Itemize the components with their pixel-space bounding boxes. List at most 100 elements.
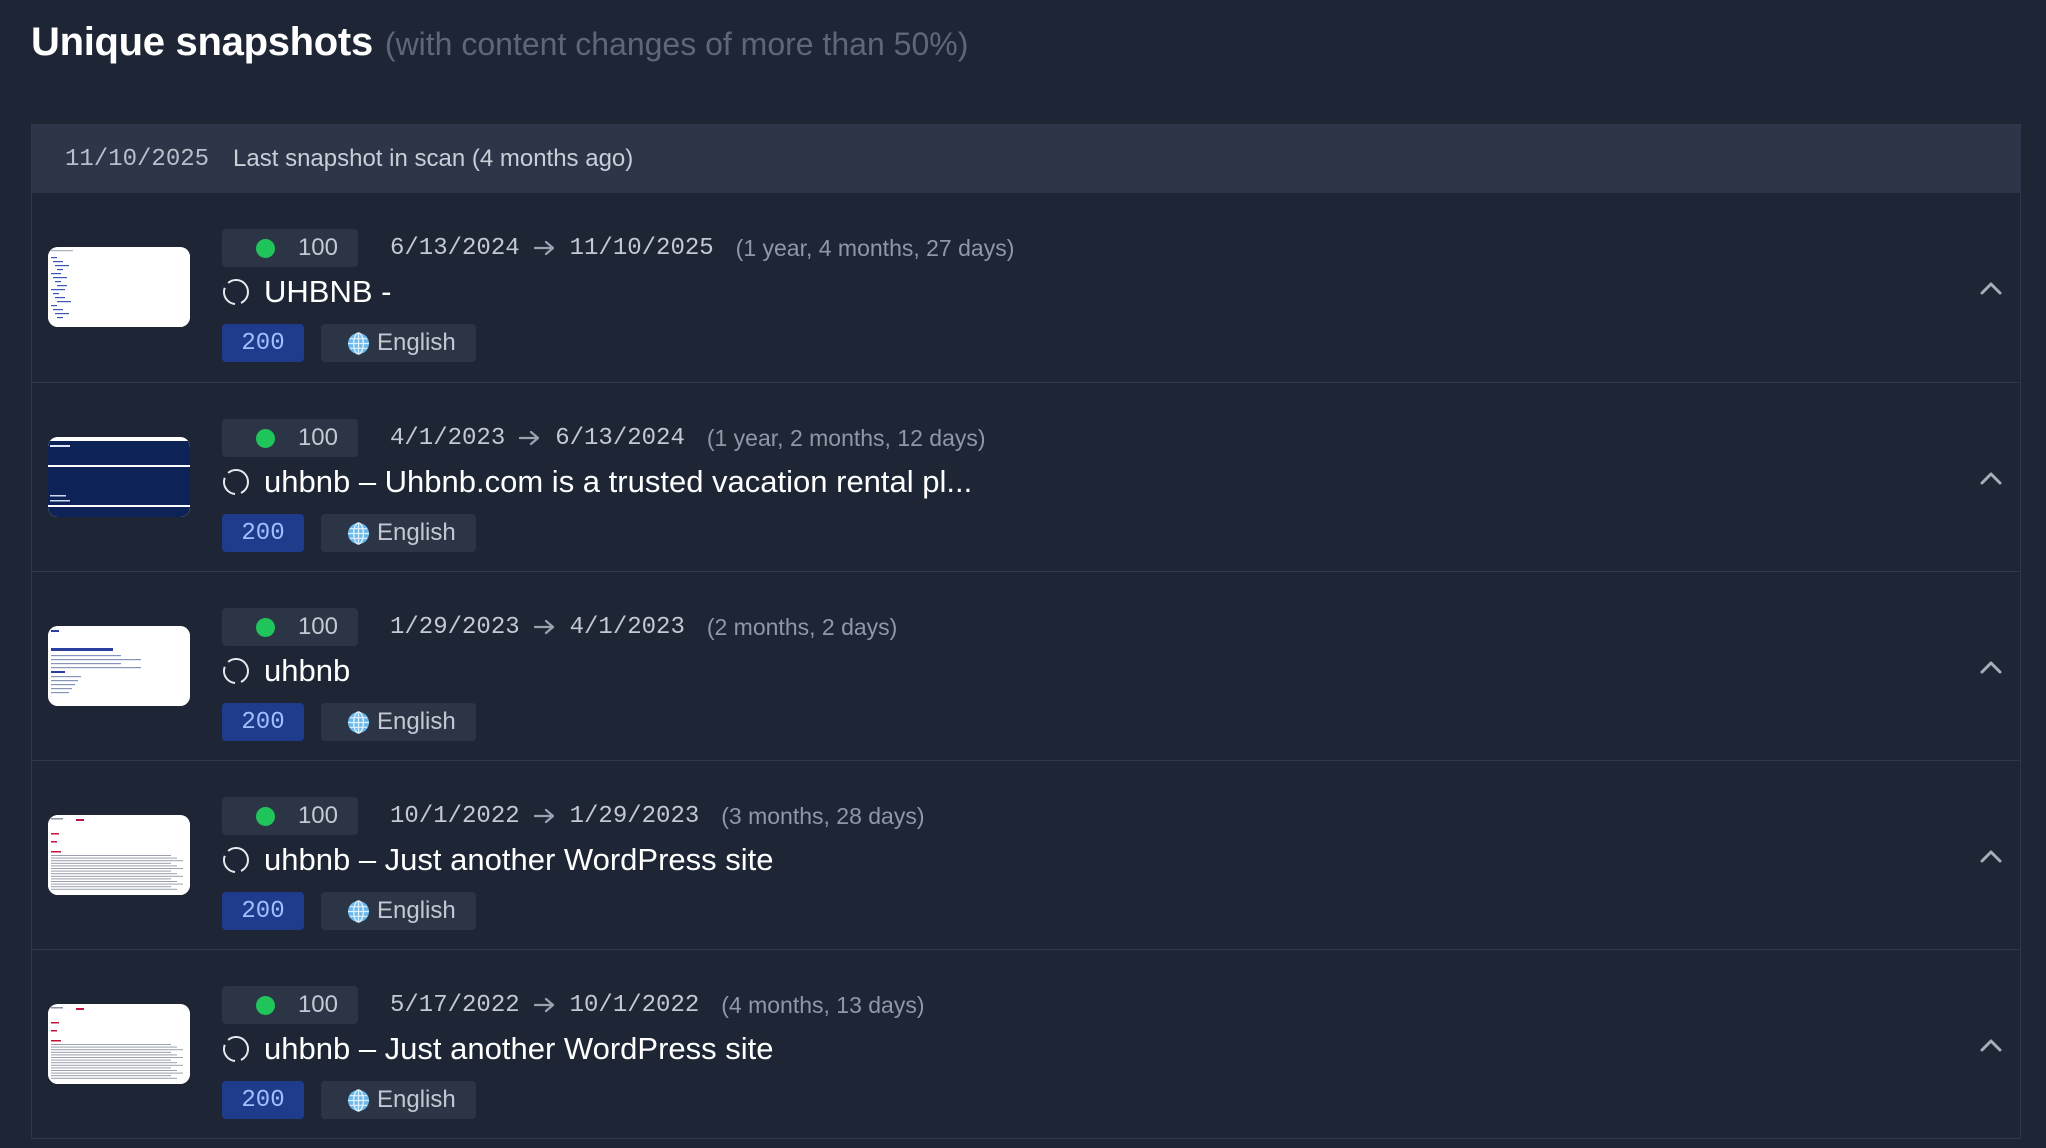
snapshot-title[interactable]: uhbnb – Just another WordPress site [264,842,774,878]
section-subtitle: (with content changes of more than 50%) [384,26,969,62]
score-dot-icon [256,618,275,637]
date-to: 1/29/2023 [569,802,700,830]
collapse-chevron-up-icon[interactable] [1976,1030,2006,1060]
score-dot-icon [256,996,275,1015]
score-dot-icon [256,239,275,258]
favicon-placeholder-icon [222,846,250,874]
scan-date: 11/10/2025 [65,145,210,173]
language-label: English [377,708,456,735]
snapshot-tags: 200 English [222,892,476,930]
language-label: English [377,1086,456,1113]
snapshot-thumbnail[interactable] [48,437,190,517]
language-label: English [377,519,456,546]
snapshot-thumbnail[interactable] [48,815,190,895]
snapshot-list: 100 6/13/2024 11/10/2025 (1 year, 4 mont… [32,193,2020,1138]
arrow-right-icon [533,808,556,824]
favicon-placeholder-icon [222,657,250,685]
snapshot-tags: 200 English [222,514,476,552]
snapshot-title-line: uhbnb [222,653,350,689]
snapshot-row[interactable]: 100 1/29/2023 4/1/2023 (2 months, 2 days… [32,571,2020,760]
favicon-placeholder-icon [222,1035,250,1063]
collapse-chevron-up-icon[interactable] [1976,841,2006,871]
score-badge: 100 [222,229,358,267]
scan-header: 11/10/2025 Last snapshot in scan (4 mont… [32,125,2020,193]
language-label: English [377,329,456,356]
section-title: Unique snapshots [31,20,373,64]
collapse-chevron-up-icon[interactable] [1976,463,2006,493]
collapse-chevron-up-icon[interactable] [1976,652,2006,682]
snapshot-tags: 200 English [222,1081,476,1119]
snapshot-title[interactable]: uhbnb [264,653,350,689]
http-status-badge: 200 [222,324,304,362]
snapshot-title[interactable]: UHBNB - [264,274,391,310]
snapshot-title-line: uhbnb – Just another WordPress site [222,1031,774,1067]
date-from: 4/1/2023 [390,424,506,452]
globe-icon [347,710,370,734]
score-value: 100 [297,991,338,1018]
score-badge: 100 [222,797,358,835]
score-value: 100 [297,802,338,829]
date-from: 10/1/2022 [390,802,520,830]
date-to: 6/13/2024 [555,424,685,452]
duration: (1 year, 4 months, 27 days) [735,234,1015,261]
snapshot-row[interactable]: 100 5/17/2022 10/1/2022 (4 months, 13 da… [32,949,2020,1138]
language-badge: English [321,514,476,552]
date-to: 11/10/2025 [569,234,714,262]
snapshot-title-line: uhbnb – Just another WordPress site [222,842,774,878]
snapshot-meta: 100 10/1/2022 1/29/2023 (3 months, 28 da… [222,797,925,835]
arrow-right-icon [533,240,556,256]
duration: (4 months, 13 days) [721,991,925,1018]
language-badge: English [321,703,476,741]
scan-label: Last snapshot in scan (4 months ago) [233,145,634,172]
http-status-badge: 200 [222,1081,304,1119]
snapshot-meta: 100 6/13/2024 11/10/2025 (1 year, 4 mont… [222,229,1014,267]
date-from: 1/29/2023 [390,613,520,641]
snapshot-row[interactable]: 100 10/1/2022 1/29/2023 (3 months, 28 da… [32,760,2020,949]
favicon-placeholder-icon [222,278,250,306]
snapshot-tags: 200 English [222,703,476,741]
score-dot-icon [256,807,275,826]
collapse-chevron-up-icon[interactable] [1976,273,2006,303]
score-dot-icon [256,429,275,448]
globe-icon [347,521,370,545]
snapshot-meta: 100 1/29/2023 4/1/2023 (2 months, 2 days… [222,608,897,646]
snapshot-thumbnail[interactable] [48,1004,190,1084]
score-badge: 100 [222,608,358,646]
score-value: 100 [297,613,338,640]
language-label: English [377,897,456,924]
language-badge: English [321,1081,476,1119]
date-to: 4/1/2023 [569,613,685,641]
date-to: 10/1/2022 [569,991,700,1019]
snapshot-row[interactable]: 100 6/13/2024 11/10/2025 (1 year, 4 mont… [32,193,2020,382]
snapshot-thumbnail[interactable] [48,247,190,327]
arrow-right-icon [533,619,556,635]
duration: (2 months, 2 days) [706,613,898,640]
language-badge: English [321,324,476,362]
snapshot-title[interactable]: uhbnb – Just another WordPress site [264,1031,774,1067]
http-status-badge: 200 [222,703,304,741]
globe-icon [347,899,370,923]
snapshot-title[interactable]: uhbnb – Uhbnb.com is a trusted vacation … [264,464,972,500]
snapshot-title-line: UHBNB - [222,274,391,310]
duration: (3 months, 28 days) [721,802,925,829]
language-badge: English [321,892,476,930]
arrow-right-icon [533,997,556,1013]
unique-snapshots-section: Unique snapshots (with content changes o… [0,0,2046,1148]
score-badge: 100 [222,986,358,1024]
score-value: 100 [297,234,338,261]
score-badge: 100 [222,419,358,457]
http-status-badge: 200 [222,892,304,930]
snapshots-panel: 11/10/2025 Last snapshot in scan (4 mont… [31,124,2021,1139]
score-value: 100 [297,424,338,451]
snapshot-meta: 100 4/1/2023 6/13/2024 (1 year, 2 months… [222,419,986,457]
arrow-right-icon [519,430,541,446]
section-heading: Unique snapshots (with content changes o… [31,20,2022,72]
globe-icon [347,1088,370,1112]
snapshot-row[interactable]: 100 4/1/2023 6/13/2024 (1 year, 2 months… [32,382,2020,571]
snapshot-tags: 200 English [222,324,476,362]
duration: (1 year, 2 months, 12 days) [706,424,986,451]
snapshot-thumbnail[interactable] [48,626,190,706]
snapshot-meta: 100 5/17/2022 10/1/2022 (4 months, 13 da… [222,986,925,1024]
snapshot-title-line: uhbnb – Uhbnb.com is a trusted vacation … [222,464,972,500]
http-status-badge: 200 [222,514,304,552]
